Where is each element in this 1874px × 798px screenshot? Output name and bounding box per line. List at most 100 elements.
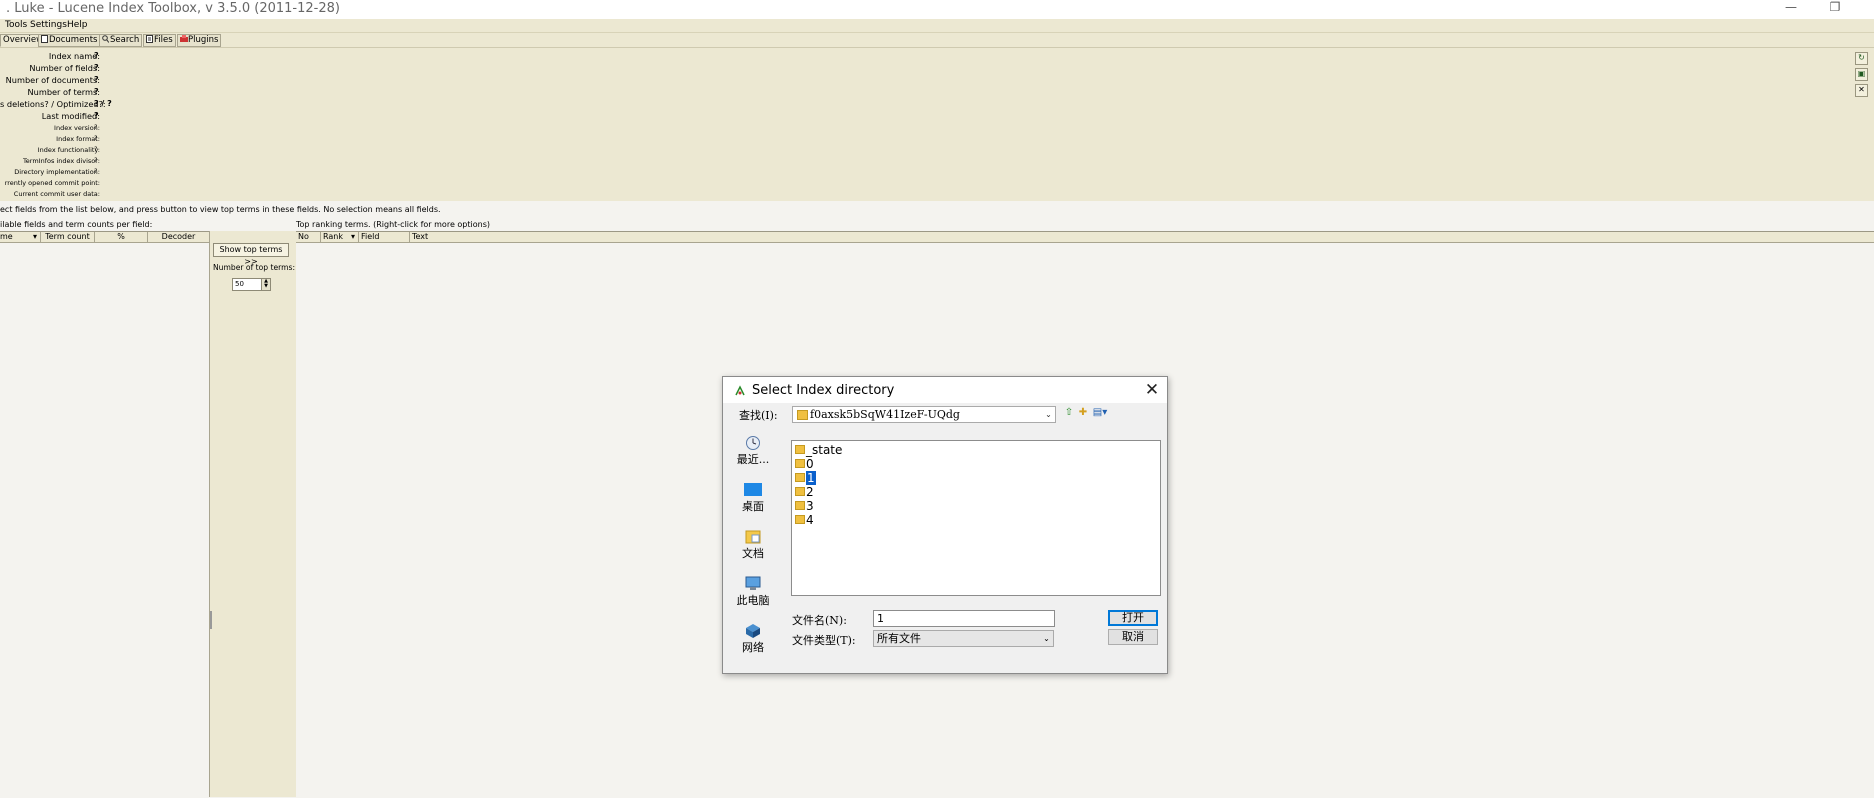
overview-value: ?: [94, 111, 99, 120]
column-name-label: me: [0, 232, 13, 241]
fields-table[interactable]: me ▾ Term count % Decoder: [0, 231, 210, 798]
list-item[interactable]: 2: [795, 485, 814, 499]
place-label: 桌面: [742, 500, 764, 513]
overview-value: ?: [94, 167, 98, 175]
close-icon[interactable]: ✕: [1855, 84, 1868, 97]
overview-label: TermInfos index divisor:: [22, 157, 100, 165]
place-label: 此电脑: [736, 594, 770, 607]
list-item[interactable]: 3: [795, 499, 814, 513]
folder-icon: [795, 459, 805, 468]
file-list[interactable]: _state 0 1 2 3 4: [791, 440, 1161, 596]
tab-documents[interactable]: Documents: [38, 34, 101, 47]
tab-bar: Overview Documents Search Files Plugins: [0, 33, 1874, 47]
file-name: 1: [806, 471, 816, 485]
overview-label: s deletions? / Optimized?:: [0, 99, 106, 109]
restore-button[interactable]: ❐: [1812, 0, 1858, 19]
list-item[interactable]: 4: [795, 513, 814, 527]
overview-label: Number of fields:: [29, 63, 100, 73]
look-in-combo[interactable]: f0axsk5bSqW41IzeF-UQdg ⌄: [792, 406, 1056, 423]
save-icon[interactable]: ▣: [1855, 68, 1868, 81]
sort-down-icon: ▾: [32, 232, 37, 241]
overview-value: ?: [94, 75, 99, 84]
overview-value: ?: [94, 123, 98, 131]
overview-value: ? / ?: [94, 99, 112, 108]
overview-label: Last modified:: [41, 111, 100, 121]
minimize-button[interactable]: —: [1768, 0, 1814, 19]
list-item[interactable]: _state: [795, 443, 842, 457]
documents-icon: [41, 35, 48, 43]
network-icon: [746, 624, 760, 638]
reopen-icon[interactable]: ↻: [1855, 52, 1868, 65]
menu-settings[interactable]: Settings: [30, 20, 67, 30]
folder-icon: [797, 410, 808, 420]
column-text[interactable]: Text: [410, 232, 1874, 243]
look-in-value: f0axsk5bSqW41IzeF-UQdg: [810, 408, 960, 421]
menu-tools[interactable]: Tools: [5, 20, 27, 30]
file-name: 4: [806, 513, 814, 527]
file-name-input[interactable]: 1: [873, 610, 1055, 627]
place-network[interactable]: 网络: [735, 623, 771, 655]
place-label: 最近...: [736, 453, 770, 466]
list-item-selected[interactable]: 1: [795, 471, 816, 485]
folder-icon: [795, 501, 805, 510]
tab-files[interactable]: Files: [143, 34, 176, 47]
overview-value: ?: [94, 87, 99, 96]
splitter-handle[interactable]: [210, 611, 212, 629]
column-rank[interactable]: Rank ▾: [321, 232, 359, 243]
title-bar: . Luke - Lucene Index Toolbox, v 3.5.0 (…: [0, 0, 1874, 19]
open-button[interactable]: 打开: [1108, 610, 1158, 626]
tab-documents-label: Documents: [49, 35, 98, 45]
column-decoder[interactable]: Decoder: [148, 232, 210, 243]
column-percent[interactable]: %: [95, 232, 148, 243]
overview-panel: Index name: ? Number of fields: ? Number…: [0, 47, 1874, 201]
place-recent[interactable]: 最近...: [735, 435, 771, 467]
overview-value: ?: [94, 156, 98, 164]
overview-label: Directory implementation:: [14, 168, 100, 176]
overview-label: rrently opened commit point:: [4, 179, 100, 187]
place-documents[interactable]: 文档: [735, 529, 771, 561]
column-name[interactable]: me ▾: [0, 232, 41, 243]
window-title: . Luke - Lucene Index Toolbox, v 3.5.0 (…: [6, 1, 340, 16]
close-icon[interactable]: ✕: [1141, 379, 1163, 401]
file-type-label: 文件类型(T):: [792, 634, 856, 647]
view-menu-icon[interactable]: ▤▾: [1091, 407, 1109, 419]
show-top-terms-button[interactable]: Show top terms >>: [213, 243, 289, 266]
overview-label: Index format:: [56, 135, 100, 143]
menu-help[interactable]: Help: [67, 20, 88, 30]
top-terms-label: Top ranking terms. (Right-click for more…: [296, 220, 490, 229]
file-name-label: 文件名(N):: [792, 614, 847, 627]
new-folder-icon[interactable]: ✚: [1077, 407, 1089, 419]
tab-search-label: Search: [110, 35, 140, 45]
overview-value: ?: [94, 145, 98, 153]
overview-value: ?: [94, 134, 98, 142]
overview-value: ?: [94, 51, 99, 60]
overview-label: Index name:: [48, 51, 100, 61]
menu-bar: Tools Settings Help: [0, 19, 1874, 33]
number-of-top-terms-input[interactable]: 50: [232, 278, 263, 291]
tab-files-label: Files: [154, 35, 173, 45]
file-type-value: 所有文件: [877, 632, 921, 645]
dialog-body: 查找(I): f0axsk5bSqW41IzeF-UQdg ⌄ ⇧ ✚ ▤▾ 最…: [723, 403, 1167, 673]
top-terms-controls: Show top terms >> Number of top terms: 5…: [209, 231, 297, 797]
up-folder-icon[interactable]: ⇧: [1063, 407, 1075, 419]
fields-list-label: ilable fields and term counts per field:: [0, 220, 153, 229]
file-name: _state: [806, 443, 843, 457]
place-desktop[interactable]: 桌面: [735, 482, 771, 514]
overview-label: Index version:: [54, 124, 100, 132]
cancel-button[interactable]: 取消: [1108, 629, 1158, 645]
spinner-arrows-icon[interactable]: ▲ ▼: [261, 278, 271, 291]
place-label: 文档: [742, 547, 764, 560]
overview-label: Current commit user data:: [13, 190, 100, 198]
overview-label: Index functionality:: [37, 146, 100, 154]
tab-plugins[interactable]: Plugins: [177, 34, 222, 47]
column-term-count[interactable]: Term count: [41, 232, 95, 243]
documents-folder-icon: [745, 530, 761, 544]
place-computer[interactable]: 此电脑: [735, 576, 771, 608]
number-of-top-terms-label: Number of top terms:: [213, 263, 296, 272]
column-no[interactable]: No: [296, 232, 321, 243]
tab-search[interactable]: Search: [99, 34, 143, 47]
file-type-select[interactable]: 所有文件 ⌄: [873, 630, 1054, 647]
overview-value: ?: [94, 63, 99, 72]
list-item[interactable]: 0: [795, 457, 814, 471]
column-field[interactable]: Field: [359, 232, 410, 243]
